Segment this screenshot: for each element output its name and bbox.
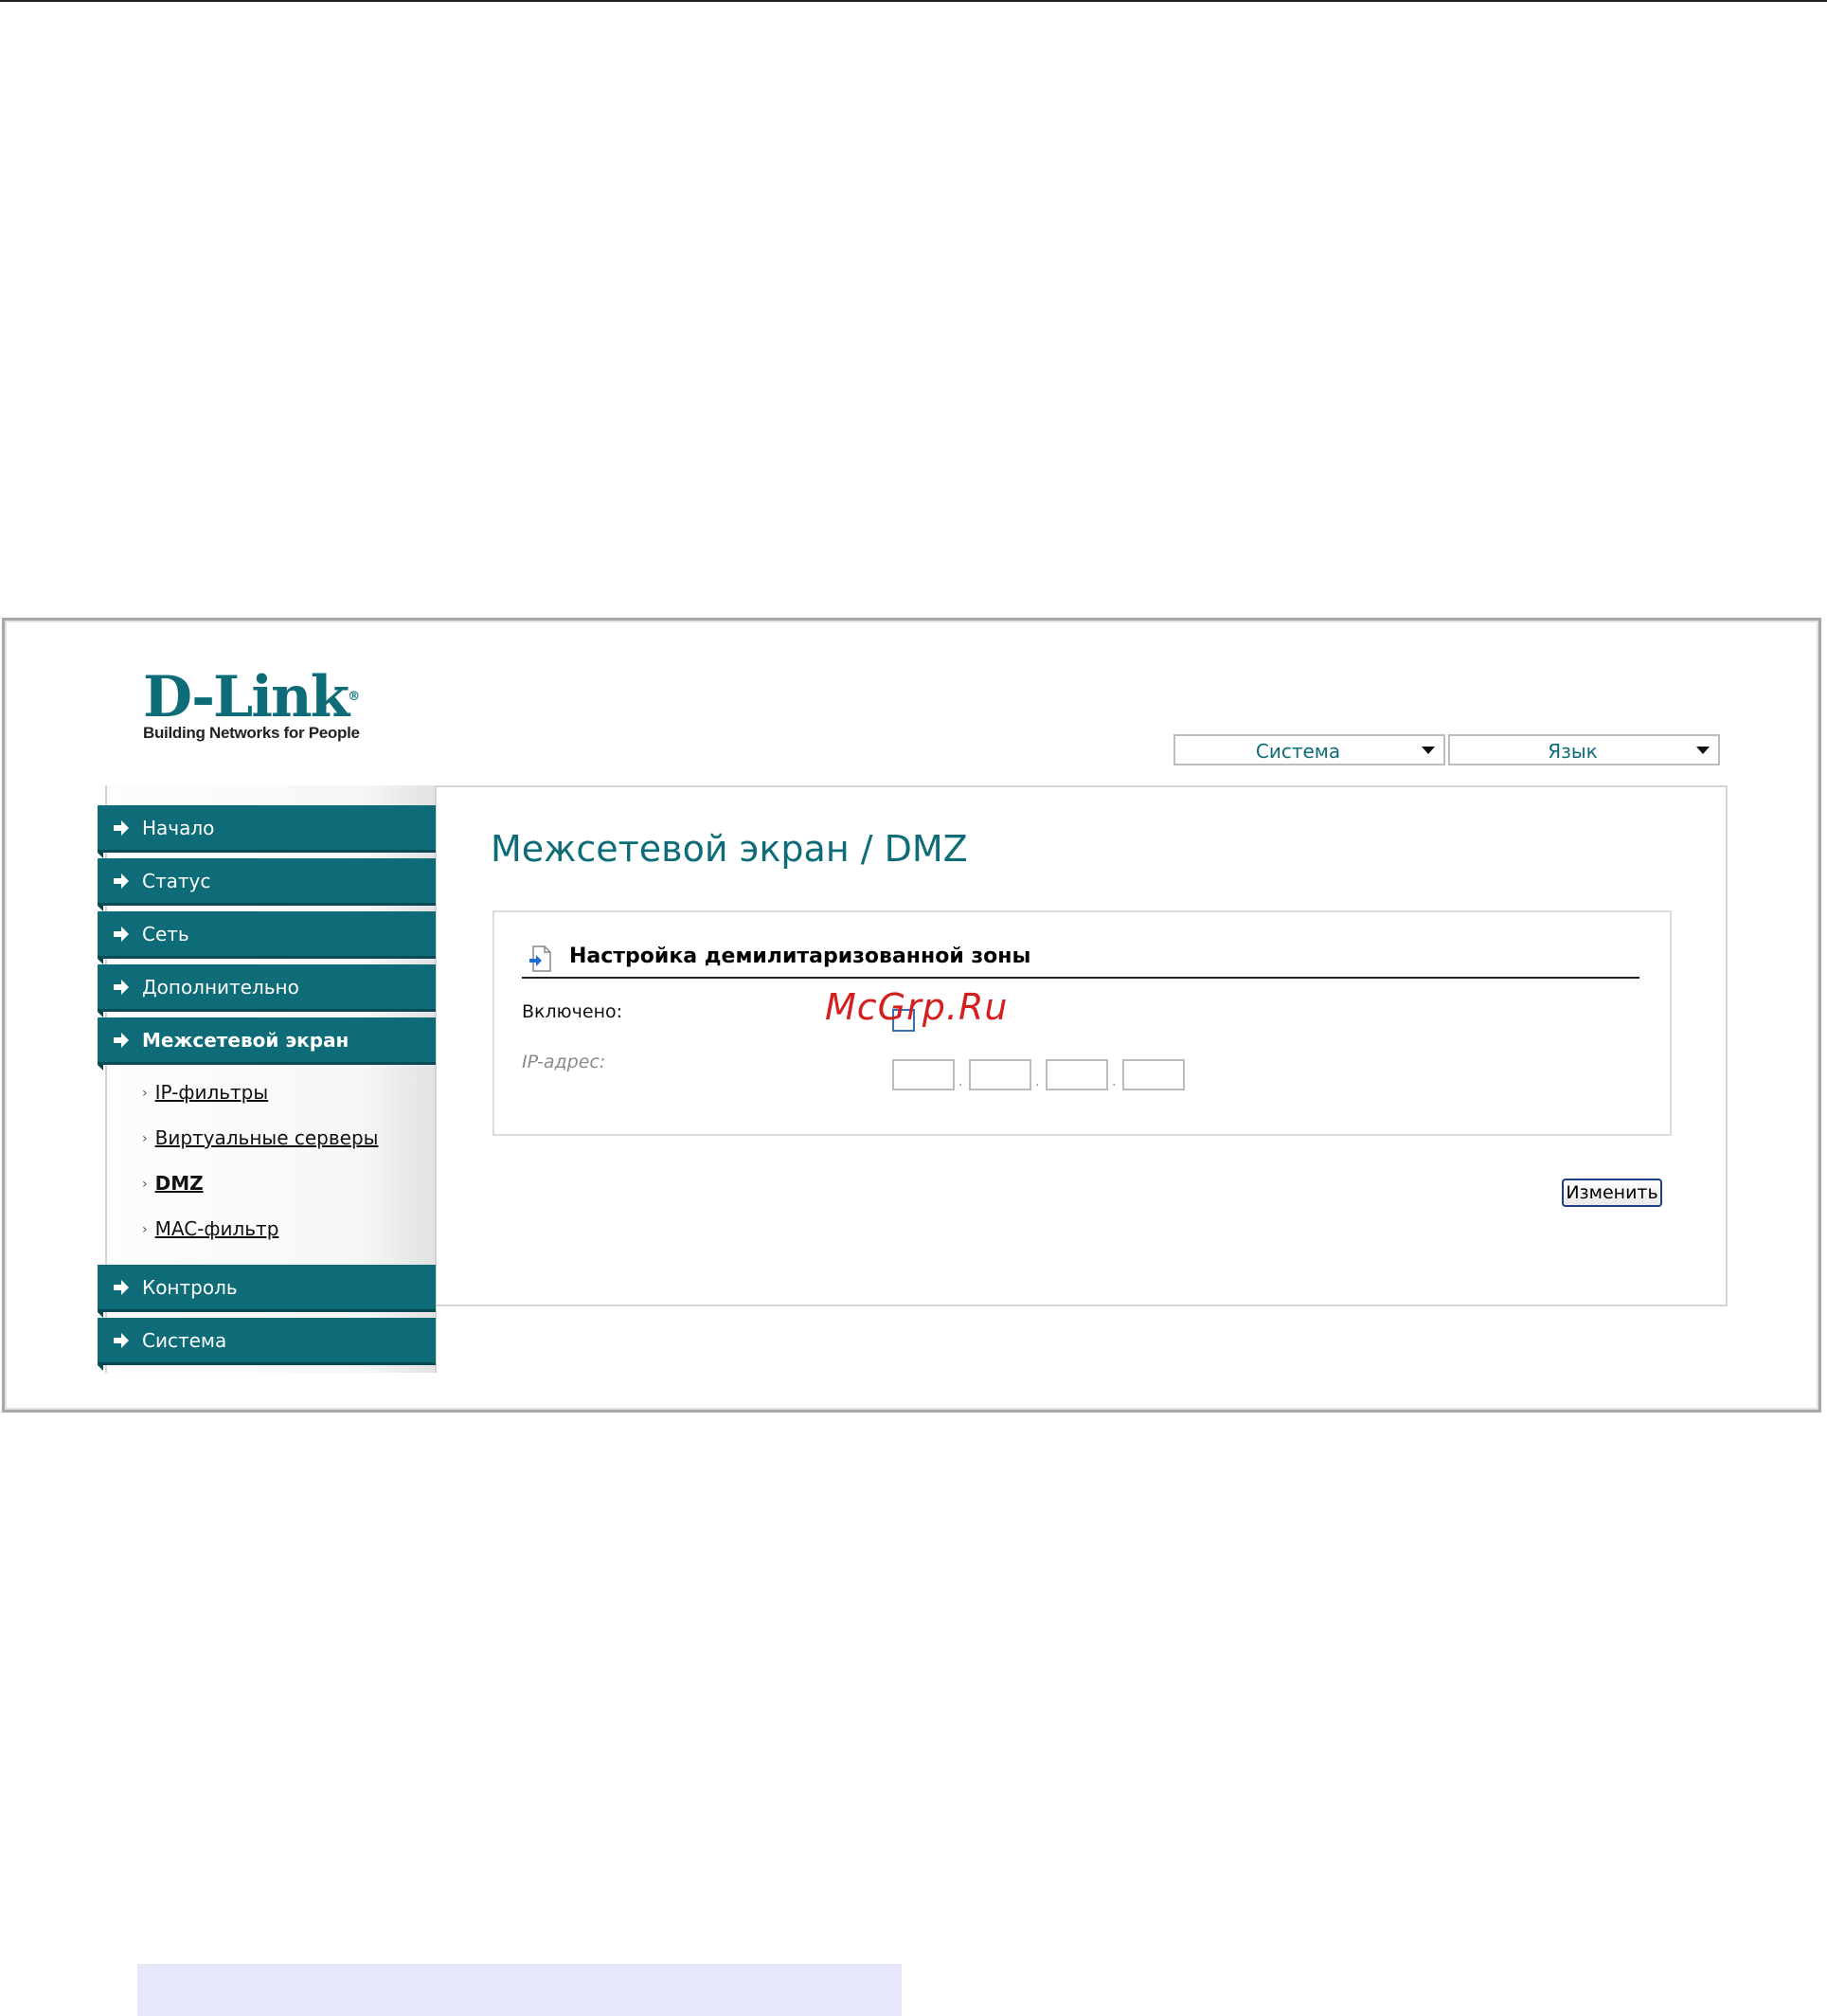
ip-octet-3-input[interactable] xyxy=(1046,1059,1108,1090)
submenu-item-label: MAC-фильтр xyxy=(154,1217,279,1240)
submenu-item-mac-filter[interactable]: › MAC-фильтр xyxy=(142,1217,278,1240)
submenu-item-label: DMZ xyxy=(154,1172,204,1195)
arrow-right-icon xyxy=(114,1333,129,1348)
sidebar-item-label: Статус xyxy=(142,870,211,892)
ip-octet-4-input[interactable] xyxy=(1122,1059,1185,1090)
sidebar-item-label: Межсетевой экран xyxy=(142,1029,349,1052)
sidebar-item-control[interactable]: Контроль xyxy=(98,1265,436,1318)
sidebar-item-home[interactable]: Начало xyxy=(98,805,436,858)
ip-separator: . xyxy=(1035,1074,1040,1089)
system-dropdown-label: Система xyxy=(1255,740,1341,763)
sidebar-item-label: Сеть xyxy=(142,923,189,945)
sidebar-item-network[interactable]: Сеть xyxy=(98,911,436,964)
arrow-right-icon xyxy=(114,820,129,836)
sidebar-item-label: Начало xyxy=(142,817,215,839)
ip-separator: . xyxy=(958,1074,963,1089)
language-dropdown[interactable]: Язык xyxy=(1448,734,1720,765)
dlink-logo: D-Link® Building Networks for People xyxy=(143,664,360,742)
submenu-item-virtual-servers[interactable]: › Виртуальные серверы xyxy=(142,1126,378,1149)
arrow-right-icon xyxy=(114,873,129,889)
chevron-down-icon xyxy=(1422,747,1435,754)
submenu-item-label: Виртуальные серверы xyxy=(154,1126,379,1149)
submenu-item-ip-filters[interactable]: › IP-фильтры xyxy=(142,1081,268,1104)
submenu-item-dmz[interactable]: › DMZ xyxy=(142,1172,204,1195)
sidebar-item-label: Контроль xyxy=(142,1276,238,1299)
arrow-right-icon xyxy=(114,927,129,942)
sidebar-item-label: Дополнительно xyxy=(142,976,299,999)
logo-tagline: Building Networks for People xyxy=(143,724,360,742)
sidebar-item-label: Система xyxy=(142,1329,227,1352)
arrow-right-icon xyxy=(114,980,129,995)
chevron-down-icon xyxy=(1696,747,1710,754)
sidebar-item-system[interactable]: Система xyxy=(98,1318,436,1371)
section-title: Настройка демилитаризованной зоны xyxy=(569,945,1031,968)
top-rule xyxy=(0,0,1827,2)
bullet-icon: › xyxy=(142,1177,148,1192)
bullet-icon: › xyxy=(142,1222,148,1237)
watermark: McGrp.Ru xyxy=(825,986,1009,1028)
sidebar-item-firewall[interactable]: Межсетевой экран xyxy=(98,1017,436,1071)
submenu-item-label: IP-фильтры xyxy=(154,1081,269,1104)
system-dropdown[interactable]: Система xyxy=(1173,734,1445,765)
arrow-right-icon xyxy=(114,1280,129,1295)
change-button[interactable]: Изменить xyxy=(1562,1179,1662,1207)
sidebar-item-advanced[interactable]: Дополнительно xyxy=(98,964,436,1017)
sidebar-item-status[interactable]: Статус xyxy=(98,858,436,911)
ip-octet-2-input[interactable] xyxy=(969,1059,1031,1090)
logo-text: D-Link xyxy=(143,664,349,730)
page-title: Межсетевой экран / DMZ xyxy=(491,828,968,870)
bottom-note-bar xyxy=(137,1964,902,2016)
arrow-right-icon xyxy=(114,1033,129,1048)
ip-octet-1-input[interactable] xyxy=(892,1059,955,1090)
bullet-icon: › xyxy=(142,1086,148,1101)
bullet-icon: › xyxy=(142,1131,148,1146)
document-arrow-icon xyxy=(529,945,551,972)
ip-separator: . xyxy=(1112,1074,1117,1089)
ip-address-label: IP-адрес: xyxy=(522,1052,606,1072)
enabled-label: Включено: xyxy=(522,1001,623,1022)
language-dropdown-label: Язык xyxy=(1548,740,1598,763)
section-divider xyxy=(522,977,1639,979)
